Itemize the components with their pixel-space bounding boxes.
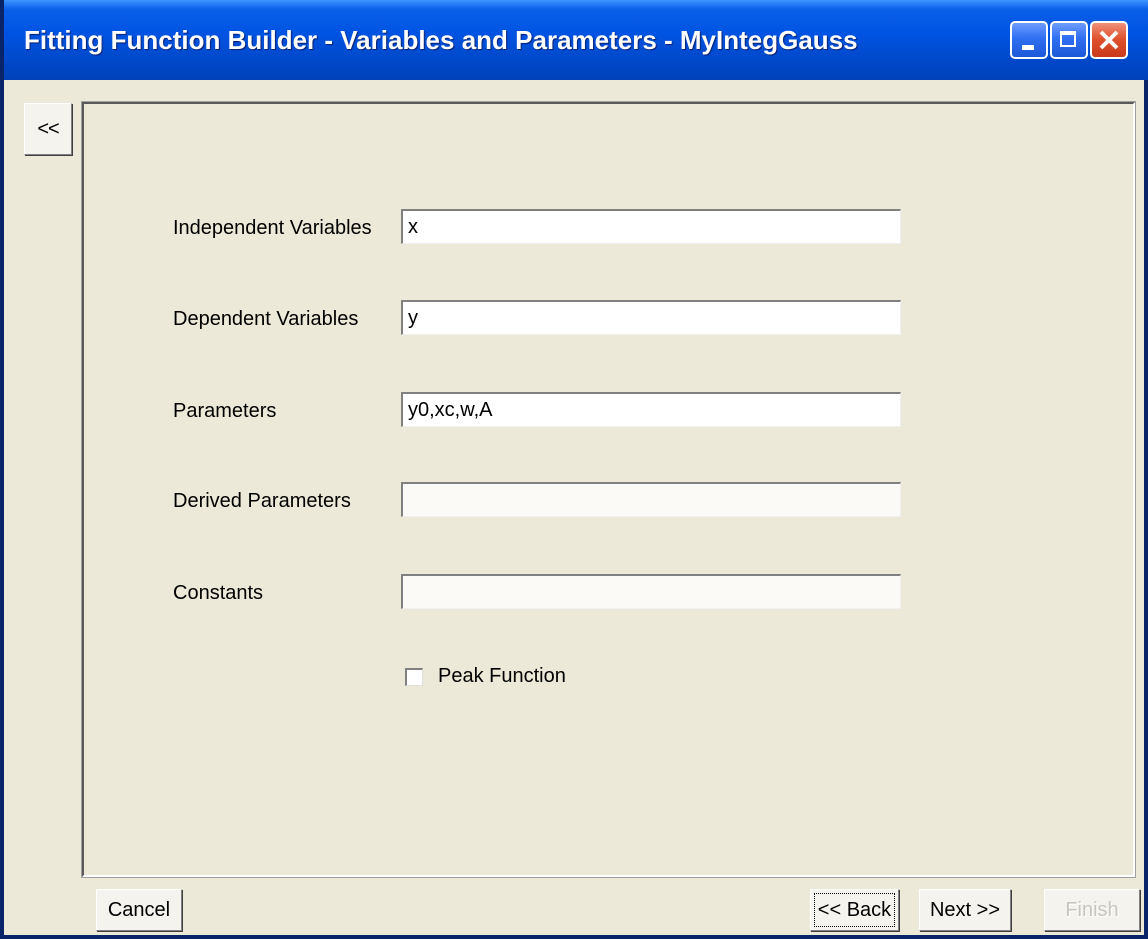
maximize-button[interactable] xyxy=(1050,21,1088,59)
parameters-input[interactable] xyxy=(401,392,901,427)
dependent-variables-label: Dependent Variables xyxy=(173,308,359,330)
cancel-button[interactable]: Cancel xyxy=(96,889,182,931)
peak-function-label[interactable]: Peak Function xyxy=(438,665,566,688)
derived-parameters-label: Derived Parameters xyxy=(173,490,351,512)
independent-variables-label: Independent Variables xyxy=(173,217,372,239)
derived-parameters-input[interactable] xyxy=(401,482,901,517)
dependent-variables-input[interactable] xyxy=(401,300,901,335)
dialog-window: Fitting Function Builder - Variables and… xyxy=(0,0,1148,939)
title-bar[interactable]: Fitting Function Builder - Variables and… xyxy=(4,0,1148,80)
window-title: Fitting Function Builder - Variables and… xyxy=(24,25,858,55)
constants-label: Constants xyxy=(173,582,264,604)
minimize-icon xyxy=(1022,45,1034,50)
close-button[interactable] xyxy=(1090,21,1128,59)
independent-variables-input[interactable] xyxy=(401,209,901,244)
constants-input[interactable] xyxy=(401,574,901,609)
next-button[interactable]: Next >> xyxy=(919,889,1011,931)
parameters-label: Parameters xyxy=(173,400,277,422)
collapse-panel-button[interactable]: << xyxy=(24,103,72,155)
maximize-icon xyxy=(1060,31,1076,47)
close-icon xyxy=(1099,30,1119,50)
finish-button[interactable]: Finish xyxy=(1044,889,1140,931)
peak-function-checkbox[interactable] xyxy=(405,668,423,686)
minimize-button[interactable] xyxy=(1010,21,1048,59)
back-button[interactable]: << Back xyxy=(810,889,899,931)
